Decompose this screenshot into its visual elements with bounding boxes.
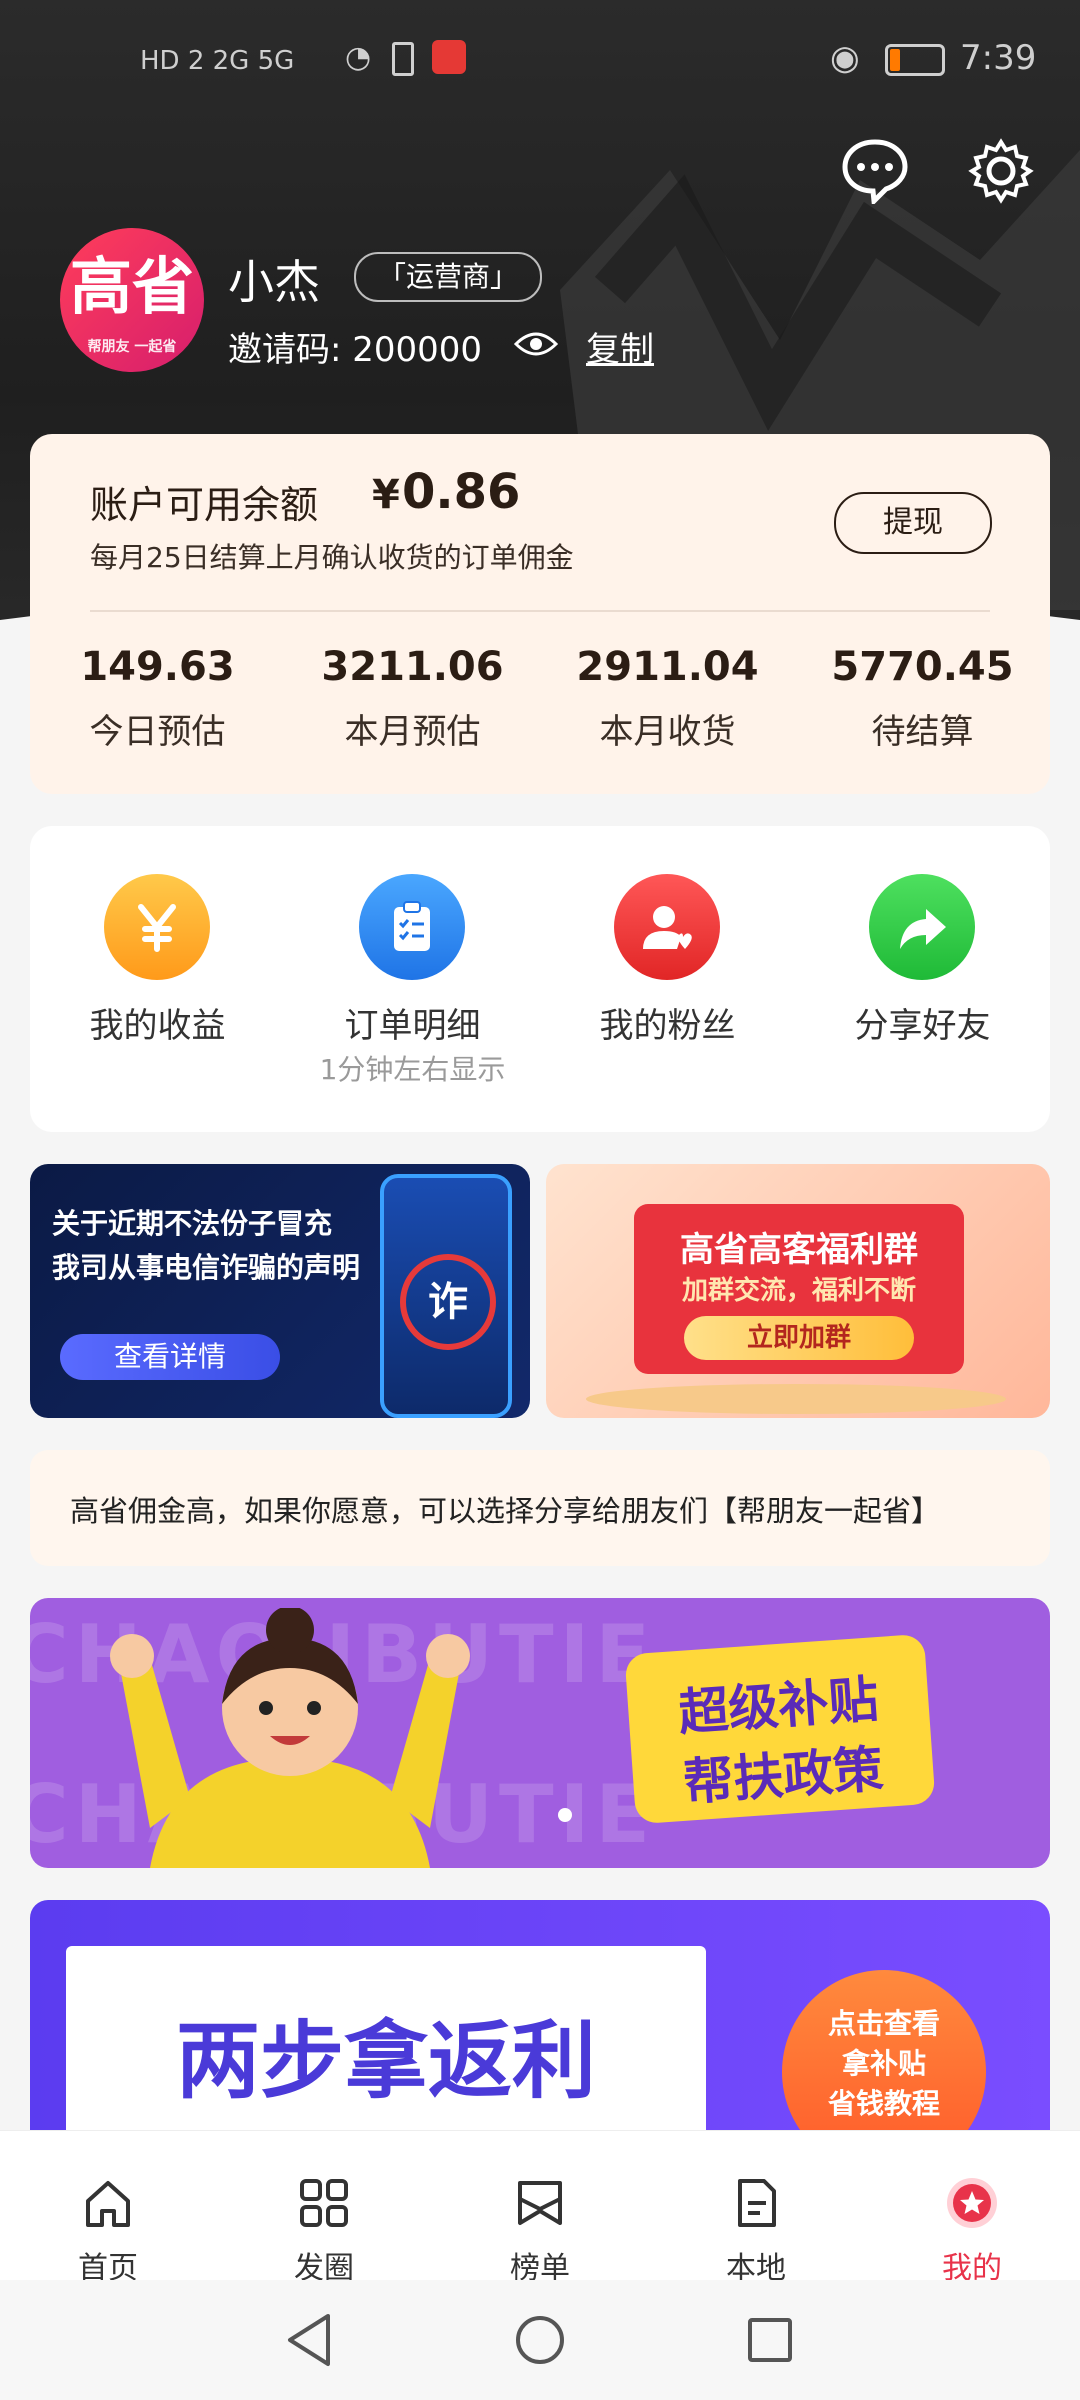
- invite-label: 邀请码:: [228, 330, 353, 370]
- balance-stats: 149.63 今日预估 3211.06 本月预估 2911.04 本月收货 57…: [30, 564, 1050, 784]
- avatar-logo-text: 高省: [69, 250, 194, 323]
- ribbon-icon: [518, 2181, 562, 2225]
- stat-month-est-value: 3211.06: [321, 644, 504, 690]
- recents-icon[interactable]: [740, 2310, 800, 2370]
- notice-detail-button[interactable]: 查看详情: [60, 1334, 280, 1380]
- rebate-banner[interactable]: 两步拿返利 点击查看 拿补贴 省钱教程: [30, 1900, 1050, 2130]
- avatar-slogan: 帮朋友 一起省: [87, 339, 177, 355]
- balance-currency: ¥: [372, 472, 400, 518]
- settings-gear-icon[interactable]: [968, 138, 1034, 204]
- system-nav-bar: [0, 2280, 1080, 2400]
- star-badge-icon: [947, 2178, 997, 2228]
- status-bar: HD 2 2G 5G ◔ ◉ 7:39: [0, 30, 1080, 100]
- yen-icon: [104, 874, 210, 980]
- back-icon[interactable]: [280, 2310, 340, 2370]
- message-icon[interactable]: [840, 134, 910, 207]
- withdraw-button[interactable]: 提现: [834, 492, 992, 554]
- scam-warning-badge: 诈: [400, 1254, 496, 1350]
- menu-item-fans[interactable]: 我的粉丝: [540, 826, 795, 1132]
- nav-local[interactable]: 本地: [648, 2175, 864, 2287]
- copy-button[interactable]: 复制: [586, 322, 654, 371]
- quick-menu-card: 我的收益 订单明细 1分钟左右显示 我的粉丝 分享好友: [30, 826, 1050, 1132]
- share-tip-card: 高省佣金高，如果你愿意，可以选择分享给朋友们【帮朋友一起省】: [30, 1450, 1050, 1566]
- clipboard-icon: [359, 874, 465, 980]
- menu-label-share: 分享好友: [854, 1006, 991, 1046]
- menu-label-fans: 我的粉丝: [599, 1006, 736, 1046]
- menu-item-share[interactable]: 分享好友: [795, 826, 1050, 1132]
- subsidy-card: 超级补贴 帮扶政策: [624, 1633, 936, 1825]
- stat-pending-value: 5770.45: [831, 644, 1014, 690]
- nav-home[interactable]: 首页: [0, 2175, 216, 2287]
- group-card: 高省高客福利群 加群交流，福利不断 立即加群: [634, 1204, 964, 1374]
- share-tip-text: 高省佣金高，如果你愿意，可以选择分享给朋友们【帮朋友一起省】: [70, 1494, 941, 1528]
- rebate-title: 两步拿返利: [175, 2012, 596, 2110]
- user-name: 小杰: [228, 255, 320, 309]
- nav-moments[interactable]: 发圈: [216, 2175, 432, 2287]
- home-circle-icon[interactable]: [510, 2310, 570, 2370]
- notice-line1: 关于近期不法份子冒充: [52, 1207, 333, 1240]
- cheering-character-illustration: [110, 1608, 470, 1868]
- clock-time: 7:39: [960, 38, 1037, 78]
- carousel-indicator: [558, 1808, 572, 1822]
- group-title: 高省高客福利群: [680, 1230, 918, 1270]
- menu-label-orders: 订单明细: [344, 1006, 481, 1046]
- stat-today-label: 今日预估: [89, 712, 226, 752]
- balance-amount: 0.86: [402, 464, 521, 520]
- menu-item-earnings[interactable]: 我的收益: [30, 826, 285, 1132]
- stat-month-received-label: 本月收货: [599, 712, 736, 752]
- bubble-line3: 省钱教程: [827, 2087, 940, 2120]
- menu-item-orders[interactable]: 订单明细 1分钟左右显示: [285, 826, 540, 1132]
- avatar[interactable]: 高省 帮朋友 一起省: [60, 228, 204, 372]
- tutorial-bubble[interactable]: 点击查看 拿补贴 省钱教程: [782, 1970, 986, 2130]
- home-icon: [86, 2181, 130, 2227]
- wifi-icon: ◔: [345, 40, 372, 75]
- podium-graphic: [586, 1384, 1006, 1414]
- share-arrow-icon: [869, 874, 975, 980]
- stat-pending-label: 待结算: [871, 712, 974, 752]
- menu-sub-orders: 1分钟左右显示: [319, 1053, 506, 1086]
- battery-saver-icon: [392, 42, 414, 76]
- battery-icon: [885, 44, 945, 76]
- nav-mine[interactable]: 我的: [864, 2175, 1080, 2287]
- fraud-notice-banner[interactable]: 关于近期不法份子冒充 我司从事电信诈骗的声明 查看详情 诈: [30, 1164, 530, 1418]
- invite-code: 200000: [352, 330, 483, 370]
- stat-today-value: 149.63: [80, 644, 235, 690]
- status-network: HD 2 2G 5G: [140, 46, 295, 76]
- eye-icon: ◉: [830, 38, 860, 78]
- rebate-ticket: 两步拿返利: [66, 1946, 706, 2130]
- balance-card: 账户可用余额 ¥ 0.86 每月25日结算上月确认收货的订单佣金 提现 149.…: [30, 434, 1050, 794]
- nav-ranking[interactable]: 榜单: [432, 2175, 648, 2287]
- join-group-button[interactable]: 立即加群: [684, 1316, 914, 1360]
- grid-icon: [300, 2179, 348, 2227]
- stat-month-received-value: 2911.04: [576, 644, 759, 690]
- balance-title: 账户可用余额: [90, 483, 319, 527]
- group-subtitle: 加群交流，福利不断: [681, 1276, 916, 1306]
- subsidy-banner[interactable]: CHAOJIBUTIE CHAOJIBUTIE 超级补贴 帮扶政策: [30, 1598, 1050, 1868]
- invite-code-row: 邀请码: 200000: [228, 322, 482, 371]
- welfare-group-banner[interactable]: 高省高客福利群 加群交流，福利不断 立即加群: [546, 1164, 1050, 1418]
- shopping-app-icon: [432, 40, 466, 74]
- user-heart-icon: [614, 874, 720, 980]
- menu-label-earnings: 我的收益: [89, 1006, 226, 1046]
- document-icon: [738, 2179, 776, 2227]
- eye-toggle-icon[interactable]: [513, 330, 559, 358]
- notice-line2: 我司从事电信诈骗的声明: [52, 1251, 361, 1284]
- stat-month-est-label: 本月预估: [344, 712, 481, 752]
- bubble-line2: 拿补贴: [841, 2047, 926, 2080]
- bubble-line1: 点击查看: [827, 2007, 940, 2040]
- role-badge: 「运营商」: [354, 252, 543, 302]
